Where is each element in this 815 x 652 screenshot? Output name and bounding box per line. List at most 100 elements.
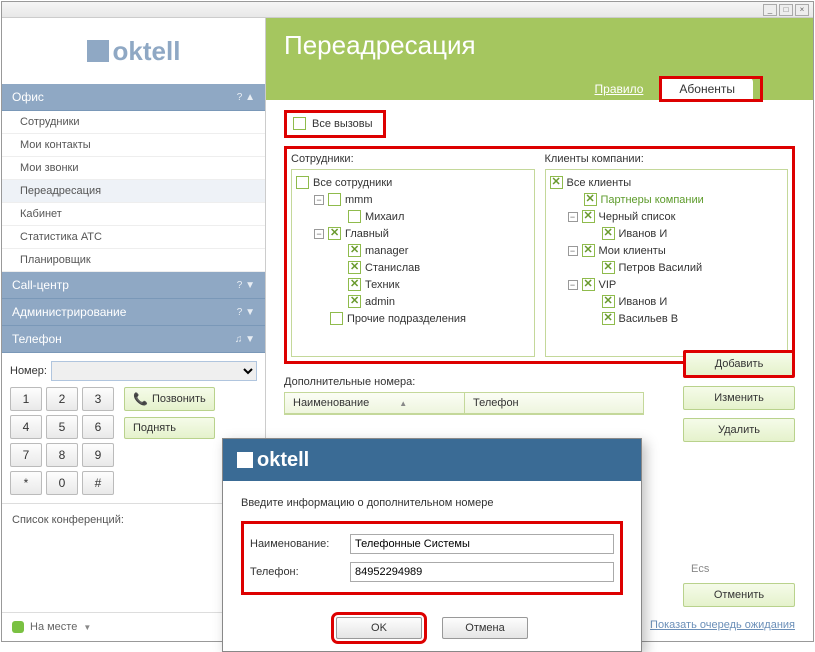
tree-checkbox[interactable]: [582, 244, 595, 257]
tree-collapse-icon[interactable]: −: [568, 212, 578, 222]
name-field[interactable]: [350, 534, 614, 554]
header-tabs: Правило Абоненты: [577, 78, 753, 100]
nav-section-label: Телефон: [12, 332, 62, 346]
nav-section-label: Администрирование: [12, 305, 126, 319]
dial-8[interactable]: 8: [46, 443, 78, 467]
pickup-button[interactable]: Поднять: [124, 417, 215, 439]
chevron-down-icon: ▼: [83, 623, 91, 632]
all-calls-label: Все вызовы: [312, 118, 373, 130]
all-calls-checkbox[interactable]: [293, 117, 306, 130]
tab-subscribers[interactable]: Абоненты: [661, 78, 753, 100]
nav-section-phone[interactable]: Телефон ♫ ▼: [2, 326, 265, 353]
nav-section-admin[interactable]: Администрирование ? ▼: [2, 299, 265, 326]
dial-9[interactable]: 9: [82, 443, 114, 467]
add-number-dialog: oktell Введите информацию о дополнительн…: [222, 438, 642, 652]
dial-3[interactable]: 3: [82, 387, 114, 411]
nav-section-icons: ? ▼: [237, 307, 255, 318]
dial-number-input[interactable]: [51, 361, 257, 381]
dialog-header: oktell: [223, 439, 641, 481]
nav-section-label: Офис: [12, 90, 44, 104]
tree-checkbox[interactable]: [550, 176, 563, 189]
tree-collapse-icon[interactable]: −: [568, 280, 578, 290]
logo-text: oktell: [113, 36, 181, 67]
logo-icon: [237, 452, 253, 468]
tree-checkbox[interactable]: [296, 176, 309, 189]
tree-checkbox[interactable]: [328, 227, 341, 240]
nav-section-icons: ? ▼: [237, 280, 255, 291]
nav-item-cabinet[interactable]: Кабинет: [2, 203, 265, 226]
tree-checkbox[interactable]: [584, 193, 597, 206]
tree-checkbox[interactable]: [602, 295, 615, 308]
tree-checkbox[interactable]: [348, 295, 361, 308]
nav-item-forwarding[interactable]: Переадресация: [2, 180, 265, 203]
dial-label: Номер:: [10, 365, 47, 377]
nav-item-calls[interactable]: Мои звонки: [2, 157, 265, 180]
tree-collapse-icon[interactable]: −: [568, 246, 578, 256]
tree-checkbox[interactable]: [330, 312, 343, 325]
tree-checkbox[interactable]: [348, 278, 361, 291]
tree-collapse-icon[interactable]: −: [314, 229, 324, 239]
page-title: Переадресация: [284, 30, 795, 61]
dialog-ok-button[interactable]: OK: [336, 617, 422, 639]
employees-tree[interactable]: Все сотрудники −mmm Михаил −Главный mana…: [291, 169, 535, 357]
addnum-table: Наименование▲ Телефон: [284, 392, 644, 415]
delete-button[interactable]: Удалить: [683, 418, 795, 442]
phone-field[interactable]: [350, 562, 614, 582]
highlight-dialog-fields: Наименование: Телефон:: [241, 521, 623, 595]
tree-collapse-icon[interactable]: −: [314, 195, 324, 205]
ecs-label: Ecs: [683, 563, 795, 575]
phone-field-label: Телефон:: [250, 566, 340, 578]
col-phone[interactable]: Телефон: [465, 393, 643, 413]
highlight-trees: Сотрудники: Все сотрудники −mmm Михаил −…: [284, 146, 795, 364]
dial-5[interactable]: 5: [46, 415, 78, 439]
tab-rule[interactable]: Правило: [577, 78, 662, 100]
tree-checkbox[interactable]: [602, 312, 615, 325]
dial-star[interactable]: *: [10, 471, 42, 495]
tree-checkbox[interactable]: [348, 244, 361, 257]
tree-checkbox[interactable]: [328, 193, 341, 206]
nav-item-employees[interactable]: Сотрудники: [2, 111, 265, 134]
dial-0[interactable]: 0: [46, 471, 78, 495]
clients-label: Клиенты компании:: [545, 153, 789, 165]
add-button[interactable]: Добавить: [683, 350, 795, 378]
highlight-allcalls: Все вызовы: [284, 110, 386, 138]
dial-hash[interactable]: #: [82, 471, 114, 495]
dial-4[interactable]: 4: [10, 415, 42, 439]
window-titlebar: _ □ ×: [2, 2, 813, 18]
dial-6[interactable]: 6: [82, 415, 114, 439]
nav-item-contacts[interactable]: Мои контакты: [2, 134, 265, 157]
status-label: На месте: [30, 621, 77, 633]
nav-item-stats[interactable]: Статистика АТС: [2, 226, 265, 249]
col-name[interactable]: Наименование▲: [285, 393, 465, 413]
sort-asc-icon: ▲: [399, 399, 407, 408]
clients-tree[interactable]: Все клиенты Партнеры компании −Черный сп…: [545, 169, 789, 357]
dial-1[interactable]: 1: [10, 387, 42, 411]
nav-section-callcenter[interactable]: Call-центр ? ▼: [2, 272, 265, 299]
show-queue-link[interactable]: Показать очередь ожидания: [650, 619, 795, 631]
tree-checkbox[interactable]: [348, 261, 361, 274]
call-button[interactable]: 📞Позвонить: [124, 387, 215, 411]
phone-icon: 📞: [133, 392, 148, 406]
clients-column: Клиенты компании: Все клиенты Партнеры к…: [545, 153, 789, 357]
dial-7[interactable]: 7: [10, 443, 42, 467]
cancel-button[interactable]: Отменить: [683, 583, 795, 607]
edit-button[interactable]: Изменить: [683, 386, 795, 410]
nav-section-icons: ? ▲: [237, 92, 255, 103]
minimize-button[interactable]: _: [763, 4, 777, 16]
nav-item-scheduler[interactable]: Планировщик: [2, 249, 265, 272]
close-button[interactable]: ×: [795, 4, 809, 16]
app-logo: oktell: [87, 36, 181, 67]
employees-column: Сотрудники: Все сотрудники −mmm Михаил −…: [291, 153, 535, 357]
tree-checkbox[interactable]: [348, 210, 361, 223]
page-header: Переадресация Правило Абоненты: [266, 18, 813, 100]
nav-section-office[interactable]: Офис ? ▲: [2, 84, 265, 111]
tree-checkbox[interactable]: [602, 261, 615, 274]
conference-label: Список конференций:: [12, 514, 124, 526]
tree-checkbox[interactable]: [582, 210, 595, 223]
nav-section-label: Call-центр: [12, 278, 69, 292]
dialog-cancel-button[interactable]: Отмена: [442, 617, 528, 639]
tree-checkbox[interactable]: [582, 278, 595, 291]
dial-2[interactable]: 2: [46, 387, 78, 411]
maximize-button[interactable]: □: [779, 4, 793, 16]
tree-checkbox[interactable]: [602, 227, 615, 240]
